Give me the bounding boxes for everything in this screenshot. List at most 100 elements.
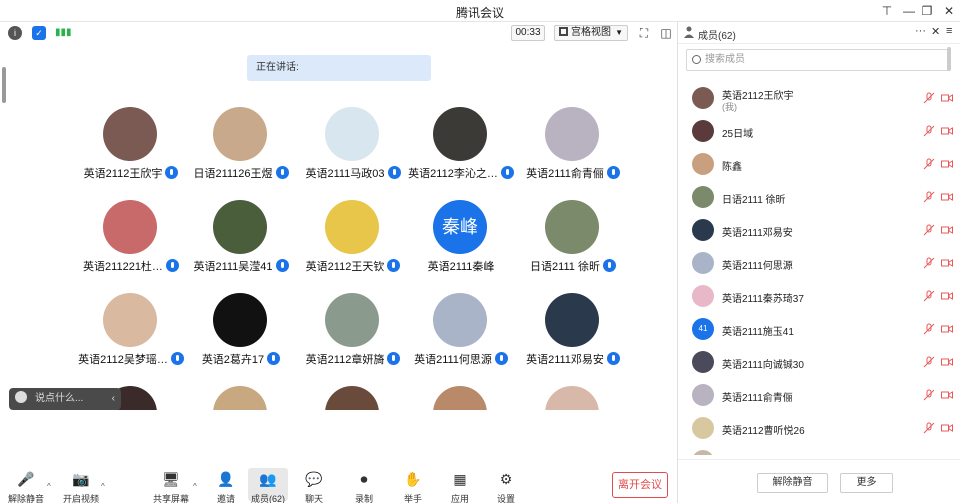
camera-off-icon[interactable]	[941, 225, 953, 235]
video-tile[interactable]: 日语211126王煜	[185, 107, 297, 197]
video-tile[interactable]: 英语2112吴梦瑶…	[75, 293, 187, 383]
mic-muted-icon[interactable]	[923, 323, 935, 335]
member-row[interactable]: 英语2111向诚铖30	[678, 346, 960, 379]
member-row[interactable]: 英语2111何思源	[678, 247, 960, 280]
maximize-button[interactable]: ❐	[916, 2, 938, 20]
member-name: 英语2111向诚铖30	[722, 360, 804, 371]
video-tile[interactable]	[297, 386, 409, 410]
raise-hand-button[interactable]: ✋ 举手	[393, 470, 433, 503]
pin-button[interactable]: ⊤	[876, 2, 898, 20]
mic-muted-icon[interactable]	[923, 125, 935, 137]
member-row[interactable]: 41 英语2111施玉41	[678, 313, 960, 346]
camera-off-icon[interactable]	[941, 390, 953, 400]
member-search-input[interactable]: 搜索成员	[686, 49, 950, 71]
emoji-icon[interactable]	[15, 391, 27, 403]
signal-icon[interactable]: ▮▮▮	[55, 26, 72, 40]
video-tile[interactable]: 英语211221杜…	[75, 200, 187, 290]
more-icon[interactable]: ···	[915, 25, 926, 37]
video-tile[interactable]: 英语2112王天钦	[297, 200, 409, 290]
member-row[interactable]: 陈鑫	[678, 148, 960, 181]
chat-button[interactable]: 💬 聊天	[294, 470, 334, 503]
member-name: 英语2111俞青俪	[722, 393, 793, 404]
video-tile[interactable]: 秦峰 英语2111秦峰	[405, 200, 517, 290]
mic-options-caret[interactable]: ^	[47, 482, 51, 491]
share-options-caret[interactable]: ^	[193, 482, 197, 491]
member-row[interactable]: 英语2111俞青俪	[678, 379, 960, 412]
camera-off-icon[interactable]	[941, 291, 953, 301]
mic-muted-icon[interactable]	[923, 356, 935, 368]
info-icon[interactable]: i	[8, 26, 22, 40]
more-button[interactable]: 更多	[840, 473, 893, 493]
video-tile[interactable]: 日语2111 徐昕	[517, 200, 629, 290]
toolbar-label: 成员(62)	[250, 494, 285, 503]
video-options-caret[interactable]: ^	[101, 482, 105, 491]
video-tile[interactable]: 英语2111何思源	[405, 293, 517, 383]
member-row[interactable]: 英语2111邓易安	[678, 214, 960, 247]
sidebar-toggle-icon[interactable]: ◫	[658, 25, 674, 41]
fullscreen-icon[interactable]: ⛶	[636, 25, 652, 41]
video-tile[interactable]: 英语2111吴滢41	[185, 200, 297, 290]
camera-off-icon[interactable]	[941, 324, 953, 334]
camera-off-icon[interactable]	[941, 357, 953, 367]
video-tile[interactable]: 英语2111俞青俪	[517, 107, 629, 197]
close-button[interactable]: ✕	[938, 2, 960, 20]
member-scrollbar[interactable]	[947, 47, 951, 71]
member-row[interactable]: 英语2112王欣宇 (我)	[678, 82, 960, 115]
participant-name: 日语211126王煜	[185, 165, 297, 181]
participant-avatar	[213, 200, 267, 254]
mic-muted-icon[interactable]	[923, 224, 935, 236]
participant-name: 英语2112王天钦	[297, 258, 409, 274]
camera-off-icon[interactable]	[941, 159, 953, 169]
camera-off-icon[interactable]	[941, 192, 953, 202]
camera-off-icon[interactable]	[941, 126, 953, 136]
camera-off-icon[interactable]	[941, 423, 953, 433]
window-title: 腾讯会议	[455, 6, 504, 20]
invite-button[interactable]: 👤 邀请	[206, 470, 246, 503]
video-tile[interactable]	[405, 386, 517, 410]
camera-off-icon[interactable]	[941, 258, 953, 268]
mic-muted-icon[interactable]	[923, 290, 935, 302]
member-row[interactable]: 日语2111 徐昕	[678, 181, 960, 214]
share-screen-button[interactable]: 🖥 共享屏幕	[151, 470, 191, 503]
record-button[interactable]: ⏺ 录制	[344, 470, 384, 503]
participant-name-text: 英语2111俞青俪	[526, 168, 604, 180]
mic-muted-icon[interactable]	[923, 257, 935, 269]
member-list: 英语2112王欣宇 (我) 25日域 陈鑫 日语2111 徐昕 英语2111邓易安 英语21…	[678, 82, 960, 455]
camera-off-icon[interactable]	[941, 93, 953, 103]
chat-input[interactable]: 说点什么... ‹	[9, 388, 121, 410]
menu-icon[interactable]: ≡	[946, 25, 952, 37]
unmute-button[interactable]: 🎤 解除静音	[6, 470, 46, 503]
member-row[interactable]: 25日域	[678, 115, 960, 148]
mic-muted-icon[interactable]	[923, 422, 935, 434]
unmute-all-button[interactable]: 解除静音	[757, 473, 828, 493]
mic-muted-icon[interactable]	[923, 158, 935, 170]
video-tile[interactable]: 英语2112章妍旖	[297, 293, 409, 383]
apps-button[interactable]: ▦ 应用	[440, 470, 480, 503]
toolbar-label: 共享屏幕	[152, 494, 189, 503]
settings-button[interactable]: ⚙ 设置	[486, 470, 526, 503]
member-row[interactable]: 英语2111秦苏琦37	[678, 280, 960, 313]
video-tile[interactable]: 英语2112王欣宇	[75, 107, 187, 197]
video-tile[interactable]: 英语2111邓易安	[517, 293, 629, 383]
shield-icon[interactable]: ✓	[32, 26, 46, 40]
video-tile[interactable]: 英语2111马政03	[297, 107, 409, 197]
leave-meeting-button[interactable]: 离开会议	[612, 472, 668, 498]
mic-muted-icon[interactable]	[923, 92, 935, 104]
member-row[interactable]	[678, 445, 960, 455]
collapse-icon[interactable]: ‹	[112, 388, 115, 410]
members-button[interactable]: 👥 成员(62)	[248, 468, 288, 503]
close-icon[interactable]: ✕	[931, 25, 940, 38]
video-tile[interactable]	[185, 386, 297, 410]
mic-muted-icon[interactable]	[923, 389, 935, 401]
mic-icon	[165, 166, 179, 179]
mic-icon	[500, 166, 514, 179]
video-tile[interactable]: 英语2葛卉17	[185, 293, 297, 383]
mic-muted-icon[interactable]	[923, 191, 935, 203]
scroll-handle[interactable]	[2, 67, 6, 103]
video-tile[interactable]	[517, 386, 629, 410]
video-tile[interactable]: 英语2112李沁之…	[405, 107, 517, 197]
view-switch-button[interactable]: 宫格视图 ▼	[554, 25, 628, 41]
chevron-down-icon: ▼	[615, 28, 623, 37]
member-row[interactable]: 英语2112曹听悦26	[678, 412, 960, 445]
start-video-button[interactable]: 📷 开启视频	[61, 470, 101, 503]
